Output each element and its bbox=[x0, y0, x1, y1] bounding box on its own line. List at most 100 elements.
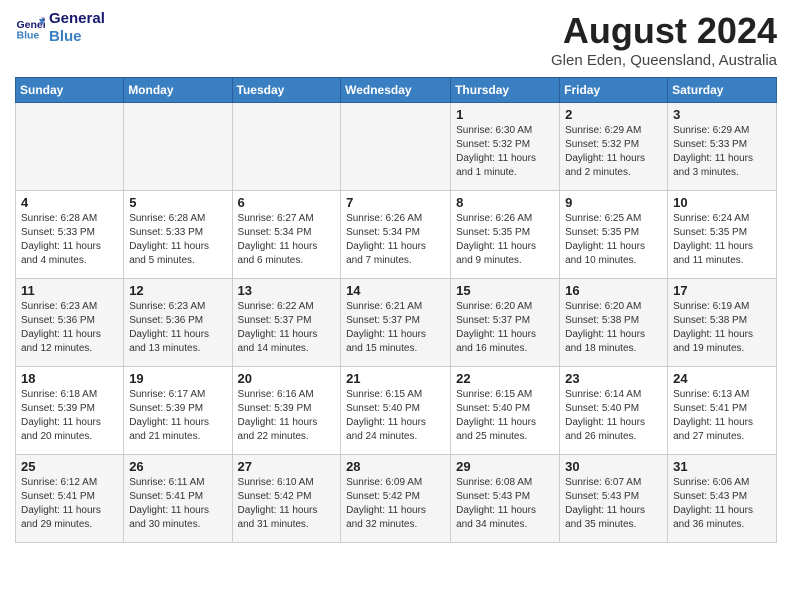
calendar-cell: 17 Sunrise: 6:19 AM Sunset: 5:38 PM Dayli… bbox=[668, 279, 777, 367]
calendar-cell: 8 Sunrise: 6:26 AM Sunset: 5:35 PM Daylig… bbox=[451, 191, 560, 279]
logo: General Blue General Blue bbox=[15, 10, 105, 46]
day-number: 21 bbox=[346, 371, 445, 386]
calendar-week-row: 18Sunrise: 6:18 AM Sunset: 5:39 PM Dayli… bbox=[16, 367, 777, 455]
weekday-header: Friday bbox=[560, 78, 668, 103]
weekday-header: Sunday bbox=[16, 78, 124, 103]
day-info: Sunrise: 6:23 AM Sunset: 5:36 PM Dayligh… bbox=[21, 300, 118, 356]
day-number: 26 bbox=[129, 459, 226, 474]
day-number: 3 bbox=[673, 107, 771, 122]
day-number: 19 bbox=[129, 371, 226, 386]
page-header: General Blue General Blue August 2024 Gl… bbox=[15, 10, 777, 69]
day-info: Sunrise: 6:09 AM Sunset: 5:42 PM Dayligh… bbox=[346, 476, 445, 532]
day-info: Sunrise: 6:28 AM Sunset: 5:33 PM Dayligh… bbox=[129, 212, 226, 268]
weekday-header: Saturday bbox=[668, 78, 777, 103]
day-number: 10 bbox=[673, 195, 771, 210]
calendar-cell: 20Sunrise: 6:16 AM Sunset: 5:39 PM Dayli… bbox=[232, 367, 341, 455]
day-info: Sunrise: 6:17 AM Sunset: 5:39 PM Dayligh… bbox=[129, 388, 226, 444]
calendar-cell: 1Sunrise: 6:30 AM Sunset: 5:32 PM Daylig… bbox=[451, 103, 560, 191]
title-block: August 2024 Glen Eden, Queensland, Austr… bbox=[551, 10, 777, 69]
calendar-cell: 9Sunrise: 6:25 AM Sunset: 5:35 PM Daylig… bbox=[560, 191, 668, 279]
day-info: Sunrise: 6:20 AM Sunset: 5:38 PM Dayligh… bbox=[565, 300, 662, 356]
weekday-header: Monday bbox=[124, 78, 232, 103]
day-info: Sunrise: 6:08 AM Sunset: 5:43 PM Dayligh… bbox=[456, 476, 554, 532]
day-info: Sunrise: 6:21 AM Sunset: 5:37 PM Dayligh… bbox=[346, 300, 445, 356]
calendar-cell: 24Sunrise: 6:13 AM Sunset: 5:41 PM Dayli… bbox=[668, 367, 777, 455]
day-info: Sunrise: 6:12 AM Sunset: 5:41 PM Dayligh… bbox=[21, 476, 118, 532]
day-info: Sunrise: 6:07 AM Sunset: 5:43 PM Dayligh… bbox=[565, 476, 662, 532]
calendar-cell: 12 Sunrise: 6:23 AM Sunset: 5:36 PM Dayli… bbox=[124, 279, 232, 367]
day-info: Sunrise: 6:15 AM Sunset: 5:40 PM Dayligh… bbox=[456, 388, 554, 444]
weekday-header: Thursday bbox=[451, 78, 560, 103]
day-number: 23 bbox=[565, 371, 662, 386]
calendar-cell: 21 Sunrise: 6:15 AM Sunset: 5:40 PM Dayli… bbox=[341, 367, 451, 455]
calendar-week-row: 1Sunrise: 6:30 AM Sunset: 5:32 PM Daylig… bbox=[16, 103, 777, 191]
day-info: Sunrise: 6:26 AM Sunset: 5:34 PM Dayligh… bbox=[346, 212, 445, 268]
day-info: Sunrise: 6:20 AM Sunset: 5:37 PM Dayligh… bbox=[456, 300, 554, 356]
calendar-cell: 7 Sunrise: 6:26 AM Sunset: 5:34 PM Daylig… bbox=[341, 191, 451, 279]
day-number: 31 bbox=[673, 459, 771, 474]
calendar-cell bbox=[232, 103, 341, 191]
calendar-table: SundayMondayTuesdayWednesdayThursdayFrid… bbox=[15, 77, 777, 543]
location-text: Glen Eden, Queensland, Australia bbox=[551, 52, 777, 69]
day-number: 27 bbox=[238, 459, 336, 474]
day-number: 30 bbox=[565, 459, 662, 474]
calendar-week-row: 11 Sunrise: 6:23 AM Sunset: 5:36 PM Dayli… bbox=[16, 279, 777, 367]
calendar-cell bbox=[341, 103, 451, 191]
day-info: Sunrise: 6:06 AM Sunset: 5:43 PM Dayligh… bbox=[673, 476, 771, 532]
day-info: Sunrise: 6:24 AM Sunset: 5:35 PM Dayligh… bbox=[673, 212, 771, 268]
day-number: 7 bbox=[346, 195, 445, 210]
calendar-week-row: 25 Sunrise: 6:12 AM Sunset: 5:41 PM Dayli… bbox=[16, 455, 777, 543]
calendar-cell bbox=[124, 103, 232, 191]
calendar-cell: 10 Sunrise: 6:24 AM Sunset: 5:35 PM Dayli… bbox=[668, 191, 777, 279]
calendar-cell: 15 Sunrise: 6:20 AM Sunset: 5:37 PM Dayli… bbox=[451, 279, 560, 367]
day-number: 11 bbox=[21, 283, 118, 298]
calendar-cell: 3Sunrise: 6:29 AM Sunset: 5:33 PM Daylig… bbox=[668, 103, 777, 191]
day-number: 25 bbox=[21, 459, 118, 474]
calendar-cell: 18Sunrise: 6:18 AM Sunset: 5:39 PM Dayli… bbox=[16, 367, 124, 455]
day-number: 2 bbox=[565, 107, 662, 122]
day-number: 29 bbox=[456, 459, 554, 474]
day-info: Sunrise: 6:26 AM Sunset: 5:35 PM Dayligh… bbox=[456, 212, 554, 268]
calendar-cell: 13Sunrise: 6:22 AM Sunset: 5:37 PM Dayli… bbox=[232, 279, 341, 367]
weekday-header: Tuesday bbox=[232, 78, 341, 103]
logo-text: General Blue bbox=[49, 10, 105, 46]
calendar-cell: 5 Sunrise: 6:28 AM Sunset: 5:33 PM Daylig… bbox=[124, 191, 232, 279]
day-number: 22 bbox=[456, 371, 554, 386]
day-number: 15 bbox=[456, 283, 554, 298]
day-number: 28 bbox=[346, 459, 445, 474]
day-number: 18 bbox=[21, 371, 118, 386]
day-info: Sunrise: 6:27 AM Sunset: 5:34 PM Dayligh… bbox=[238, 212, 336, 268]
day-info: Sunrise: 6:14 AM Sunset: 5:40 PM Dayligh… bbox=[565, 388, 662, 444]
calendar-cell: 19 Sunrise: 6:17 AM Sunset: 5:39 PM Dayli… bbox=[124, 367, 232, 455]
calendar-cell: 25 Sunrise: 6:12 AM Sunset: 5:41 PM Dayli… bbox=[16, 455, 124, 543]
calendar-cell: 30 Sunrise: 6:07 AM Sunset: 5:43 PM Dayli… bbox=[560, 455, 668, 543]
calendar-cell: 11 Sunrise: 6:23 AM Sunset: 5:36 PM Dayli… bbox=[16, 279, 124, 367]
day-info: Sunrise: 6:19 AM Sunset: 5:38 PM Dayligh… bbox=[673, 300, 771, 356]
day-number: 6 bbox=[238, 195, 336, 210]
month-title: August 2024 bbox=[551, 10, 777, 52]
calendar-cell: 31 Sunrise: 6:06 AM Sunset: 5:43 PM Dayli… bbox=[668, 455, 777, 543]
day-info: Sunrise: 6:23 AM Sunset: 5:36 PM Dayligh… bbox=[129, 300, 226, 356]
day-number: 17 bbox=[673, 283, 771, 298]
calendar-cell: 2Sunrise: 6:29 AM Sunset: 5:32 PM Daylig… bbox=[560, 103, 668, 191]
day-number: 4 bbox=[21, 195, 118, 210]
calendar-cell: 22 Sunrise: 6:15 AM Sunset: 5:40 PM Dayli… bbox=[451, 367, 560, 455]
day-number: 5 bbox=[129, 195, 226, 210]
logo-icon: General Blue bbox=[15, 13, 45, 43]
calendar-cell: 26 Sunrise: 6:11 AM Sunset: 5:41 PM Dayli… bbox=[124, 455, 232, 543]
calendar-cell: 6 Sunrise: 6:27 AM Sunset: 5:34 PM Daylig… bbox=[232, 191, 341, 279]
day-info: Sunrise: 6:10 AM Sunset: 5:42 PM Dayligh… bbox=[238, 476, 336, 532]
day-number: 12 bbox=[129, 283, 226, 298]
calendar-cell: 14 Sunrise: 6:21 AM Sunset: 5:37 PM Dayli… bbox=[341, 279, 451, 367]
day-info: Sunrise: 6:25 AM Sunset: 5:35 PM Dayligh… bbox=[565, 212, 662, 268]
calendar-cell: 16Sunrise: 6:20 AM Sunset: 5:38 PM Dayli… bbox=[560, 279, 668, 367]
day-info: Sunrise: 6:15 AM Sunset: 5:40 PM Dayligh… bbox=[346, 388, 445, 444]
calendar-week-row: 4 Sunrise: 6:28 AM Sunset: 5:33 PM Daylig… bbox=[16, 191, 777, 279]
day-number: 1 bbox=[456, 107, 554, 122]
day-number: 14 bbox=[346, 283, 445, 298]
calendar-cell: 23 Sunrise: 6:14 AM Sunset: 5:40 PM Dayli… bbox=[560, 367, 668, 455]
day-number: 8 bbox=[456, 195, 554, 210]
day-number: 13 bbox=[238, 283, 336, 298]
day-info: Sunrise: 6:13 AM Sunset: 5:41 PM Dayligh… bbox=[673, 388, 771, 444]
day-info: Sunrise: 6:11 AM Sunset: 5:41 PM Dayligh… bbox=[129, 476, 226, 532]
